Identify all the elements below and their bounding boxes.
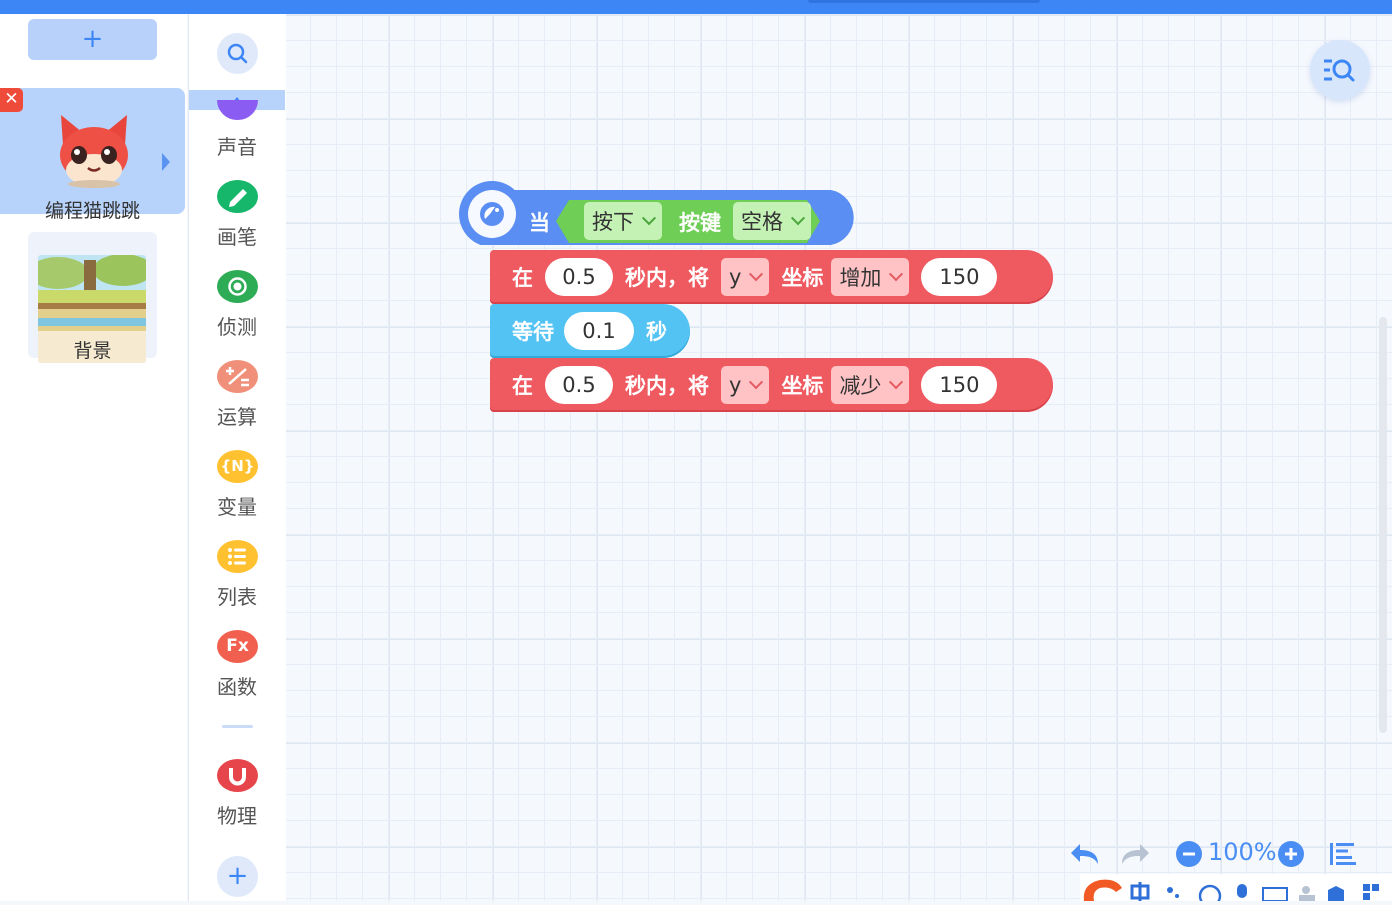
- magnet-icon: [217, 759, 258, 792]
- zoom-level: 100%: [1208, 838, 1277, 866]
- in-label: 在: [512, 374, 533, 398]
- category-label: 侦测: [217, 315, 257, 339]
- axis-value: y: [729, 373, 742, 397]
- seconds-unit-label: 秒: [646, 320, 667, 344]
- radar-icon: [217, 270, 258, 303]
- operators-icon: [217, 360, 258, 393]
- chevron-down-icon: [641, 211, 657, 226]
- sprite-expand-arrow-icon[interactable]: [162, 153, 170, 171]
- tween-y-increase-block[interactable]: 在 0.5 秒内，将 y 坐标 增加 150: [490, 250, 1053, 304]
- category-label: 变量: [217, 495, 257, 519]
- ime-toolbar: [1080, 874, 1392, 905]
- axis-value: y: [729, 265, 742, 289]
- pen-icon: [217, 180, 258, 213]
- category-physics[interactable]: 物理: [188, 759, 286, 829]
- category-pen[interactable]: 画笔: [188, 180, 286, 250]
- zoom-in-icon[interactable]: [1277, 840, 1305, 868]
- key-value: 空格: [741, 210, 783, 234]
- wait-seconds-block[interactable]: 等待 0.1 秒: [490, 304, 690, 358]
- category-divider: [222, 725, 253, 728]
- coord-label: 坐标: [781, 374, 824, 398]
- search-icon: [227, 43, 248, 64]
- undo-icon[interactable]: [1068, 838, 1104, 870]
- when-key-pressed-block[interactable]: 当 按下 按键 空格: [459, 181, 862, 245]
- press-action-dropdown[interactable]: 按下: [584, 202, 662, 240]
- key-dropdown[interactable]: 空格: [733, 202, 811, 240]
- when-label: 当: [529, 211, 550, 235]
- category-search-button[interactable]: [217, 33, 258, 74]
- top-bar: [0, 0, 1392, 14]
- cat-sprite-thumbnail: [60, 115, 128, 188]
- axis-dropdown[interactable]: y: [721, 366, 770, 404]
- seconds-within-label: 秒内，将: [625, 266, 709, 290]
- chevron-down-icon: [889, 375, 904, 390]
- music-icon: [217, 100, 258, 120]
- category-sensing[interactable]: 侦测: [188, 270, 286, 340]
- zoom-out-icon[interactable]: [1175, 840, 1203, 868]
- category-variables[interactable]: {N} 变量: [188, 450, 286, 520]
- chevron-down-icon: [790, 211, 806, 226]
- duration-input[interactable]: 0.5: [545, 258, 613, 296]
- category-sound[interactable]: 声音: [188, 100, 286, 160]
- in-label: 在: [512, 266, 533, 290]
- category-label: 列表: [217, 585, 257, 609]
- tween-y-decrease-block[interactable]: 在 0.5 秒内，将 y 坐标 减少 150: [490, 358, 1053, 412]
- sprite-name-label: 编程猫跳跳: [44, 200, 140, 222]
- ime-toolbar-icons: [1083, 879, 1379, 905]
- list-icon: [217, 540, 258, 573]
- chevron-down-icon: [889, 267, 904, 282]
- category-label: 函数: [217, 675, 257, 699]
- chevron-down-icon: [749, 375, 764, 390]
- category-label: 声音: [217, 135, 257, 159]
- operation-value: 减少: [839, 374, 882, 398]
- coord-label: 坐标: [781, 266, 824, 290]
- category-functions[interactable]: Fx 函数: [188, 630, 286, 700]
- category-lists[interactable]: 列表: [188, 540, 286, 610]
- axis-dropdown[interactable]: y: [721, 258, 770, 296]
- code-workspace[interactable]: [286, 14, 1392, 901]
- key-label: 按键: [679, 211, 721, 235]
- add-sprite-button[interactable]: +: [28, 19, 157, 60]
- wait-label: 等待: [512, 320, 554, 344]
- category-operators[interactable]: 运算: [188, 360, 286, 430]
- amount-input[interactable]: 150: [921, 258, 998, 296]
- category-label: 画笔: [217, 225, 257, 249]
- search-list-icon: [1324, 59, 1355, 82]
- variable-icon: {N}: [217, 450, 258, 483]
- seconds-within-label: 秒内，将: [625, 374, 709, 398]
- workspace-vertical-scrollbar[interactable]: [1379, 317, 1387, 733]
- top-tab-indicator: [808, 0, 1040, 3]
- operation-dropdown[interactable]: 减少: [831, 366, 910, 404]
- wait-duration-input[interactable]: 0.1: [564, 312, 634, 350]
- category-label: 物理: [217, 804, 257, 828]
- press-action-value: 按下: [592, 210, 634, 234]
- align-blocks-icon[interactable]: [1328, 840, 1358, 868]
- function-icon: Fx: [217, 630, 258, 663]
- chevron-down-icon: [749, 267, 764, 282]
- duration-input[interactable]: 0.5: [545, 366, 613, 404]
- redo-icon[interactable]: [1116, 838, 1152, 870]
- category-label: 运算: [217, 405, 257, 429]
- add-extension-button[interactable]: +: [217, 856, 258, 897]
- broadcast-icon: [480, 202, 504, 226]
- workspace-search-button[interactable]: [1310, 40, 1370, 100]
- background-name-label: 背景: [73, 340, 112, 362]
- amount-input[interactable]: 150: [921, 366, 998, 404]
- operation-dropdown[interactable]: 增加: [831, 258, 910, 296]
- delete-sprite-icon[interactable]: ✕: [0, 88, 23, 112]
- operation-value: 增加: [839, 266, 882, 290]
